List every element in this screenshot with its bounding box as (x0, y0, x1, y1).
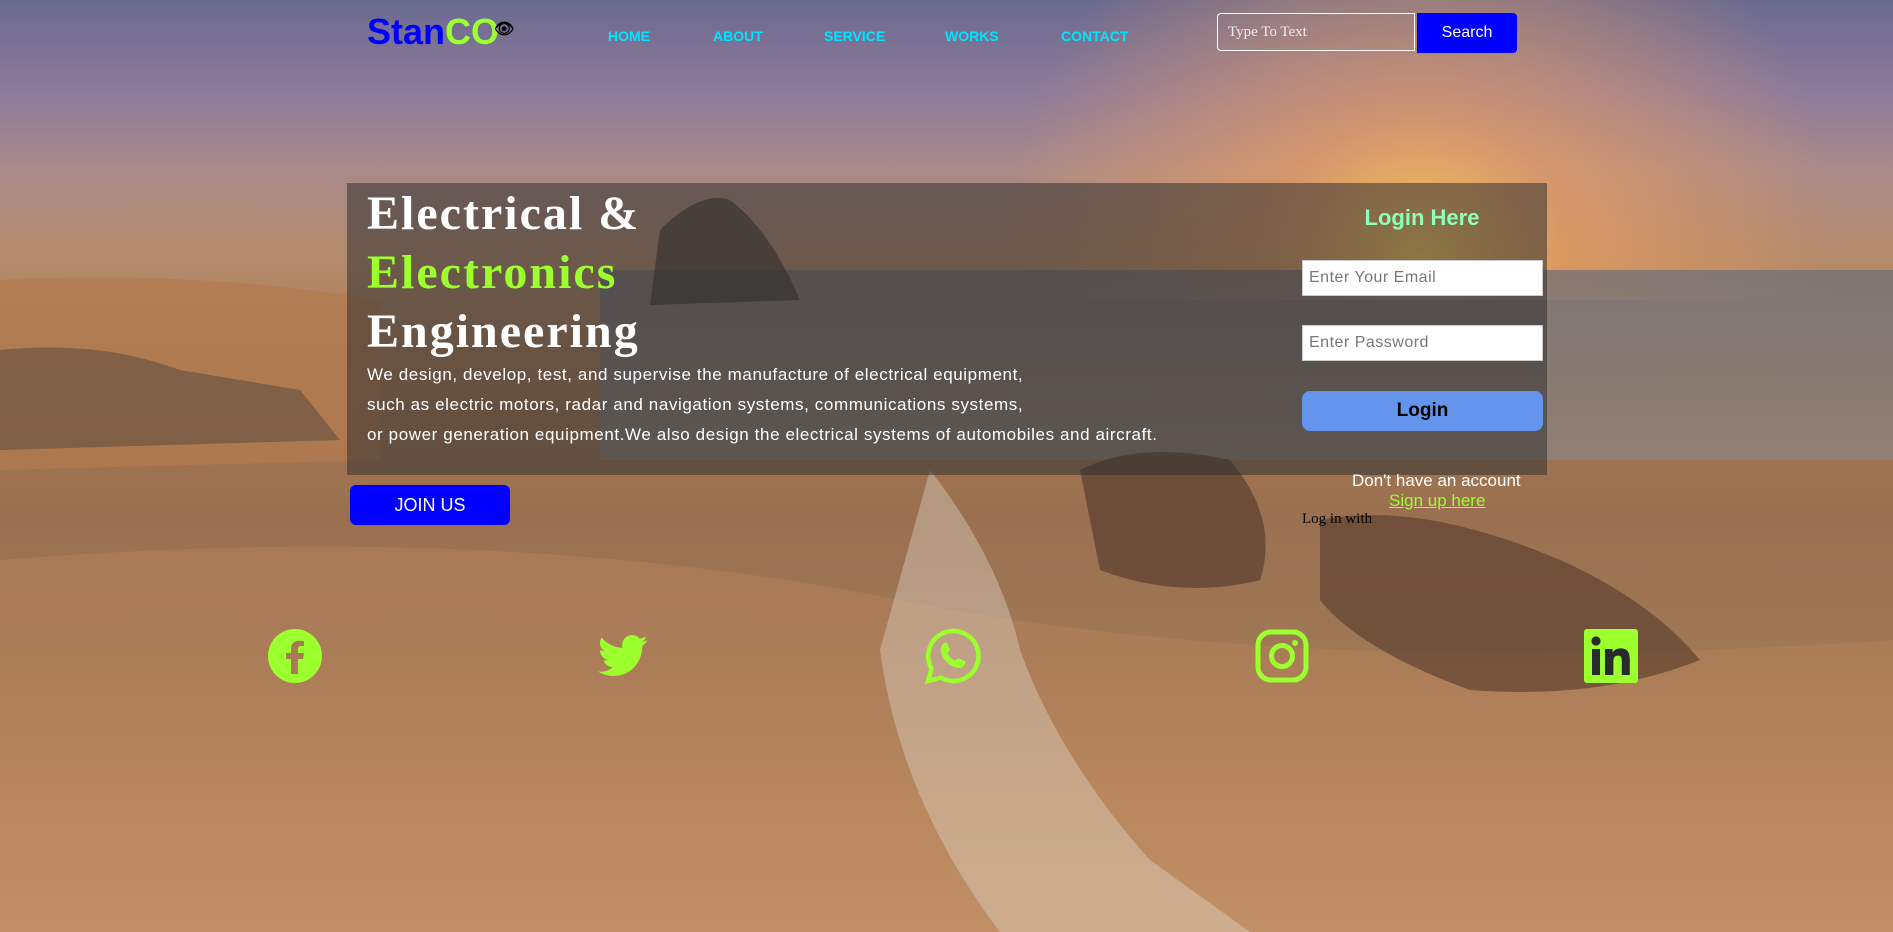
nav-service[interactable]: SERVICE (824, 26, 885, 46)
signup-link[interactable]: Sign up here (1389, 491, 1485, 511)
nav-contact[interactable]: CONTACT (1061, 26, 1128, 46)
hero-title-line-3: Engineering (367, 305, 640, 358)
login-title: Login Here (1364, 205, 1480, 230)
login-with-text: Log in with (1302, 511, 1372, 527)
email-field[interactable] (1302, 260, 1543, 296)
hero-title-line-2: Electronics (367, 246, 618, 299)
join-us-button[interactable]: JOIN US (350, 485, 510, 525)
logo-text-co: CO (445, 11, 500, 52)
login-button[interactable]: Login (1302, 391, 1543, 431)
hero-title-line-1: Electrical & (367, 187, 641, 240)
search-button[interactable]: Search (1417, 13, 1517, 53)
no-account-text: Don't have an account (1352, 471, 1521, 490)
hero-description-line-3: or power generation equipment.We also de… (367, 425, 1158, 444)
brand-logo[interactable]: StanCO 👁 (367, 10, 514, 54)
hero-description-line-2: such as electric motors, radar and navig… (367, 395, 1024, 414)
facebook-icon[interactable] (267, 628, 323, 684)
password-field[interactable] (1302, 325, 1543, 361)
linkedin-icon[interactable] (1583, 628, 1639, 684)
hero-description-line-1: We design, develop, test, and supervise … (367, 365, 1024, 384)
nav-about[interactable]: ABOUT (713, 26, 763, 46)
nav-works[interactable]: WORKS (945, 26, 999, 46)
twitter-icon[interactable] (596, 628, 652, 684)
search-input[interactable] (1217, 13, 1415, 51)
whatsapp-icon[interactable] (925, 628, 981, 684)
instagram-icon[interactable] (1254, 628, 1310, 684)
logo-text-stan: Stan (367, 11, 446, 52)
eye-icon: 👁 (494, 21, 515, 38)
nav-home[interactable]: HOME (608, 26, 650, 46)
